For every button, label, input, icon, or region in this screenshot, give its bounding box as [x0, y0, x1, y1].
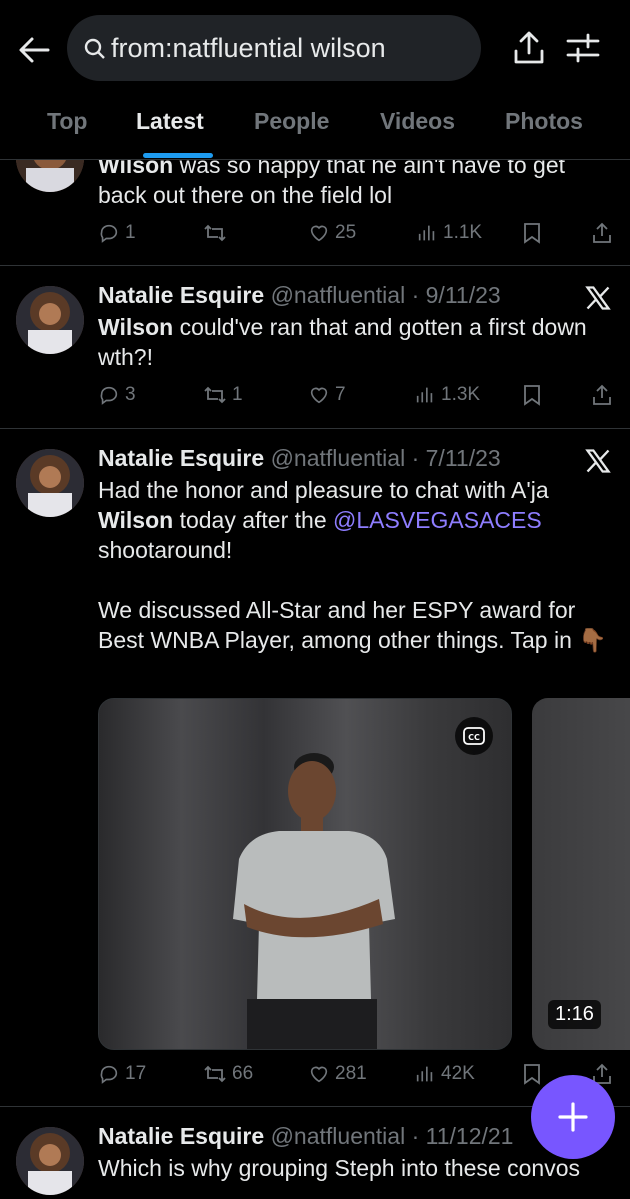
heart-icon	[310, 1066, 328, 1083]
like-button[interactable]: 25	[308, 222, 356, 244]
back-button[interactable]	[14, 30, 54, 70]
closed-captions-button[interactable]: CC	[455, 717, 493, 755]
tweet-text-paragraph: We discussed All-Star and her ESPY award…	[98, 597, 607, 653]
timestamp[interactable]: 9/11/23	[426, 282, 501, 308]
reply-icon	[100, 1065, 118, 1084]
reply-button[interactable]: 17	[98, 1063, 146, 1085]
share-search-button[interactable]	[509, 28, 549, 68]
handle[interactable]: @natfluential	[271, 282, 406, 308]
arrow-left-icon	[19, 37, 50, 63]
bookmark-button[interactable]	[522, 1063, 542, 1085]
search-header: from:natfluential wilson Top Latest Peop…	[0, 0, 630, 160]
search-input[interactable]: from:natfluential wilson	[67, 15, 481, 81]
search-tabs: Top Latest People Videos Photos	[0, 100, 630, 158]
tab-videos[interactable]: Videos	[380, 108, 455, 135]
repost-icon	[204, 386, 226, 404]
timestamp[interactable]: 11/12/21	[426, 1123, 514, 1149]
tweet-header: Natalie Esquire @natfluential · 9/11/23	[98, 282, 501, 308]
avatar[interactable]	[16, 286, 84, 354]
repost-icon	[204, 224, 226, 242]
tweet-actions: 17 66 281 42K	[98, 1063, 618, 1093]
bookmark-icon	[524, 223, 540, 244]
views-button[interactable]: 42K	[414, 1063, 475, 1085]
closed-captions-icon: CC	[463, 727, 485, 745]
plus-icon	[558, 1102, 588, 1132]
tab-photos[interactable]: Photos	[505, 108, 583, 135]
reply-button[interactable]: 3	[98, 384, 136, 406]
search-query: from:natfluential wilson	[111, 32, 386, 63]
handle[interactable]: @natfluential	[271, 445, 406, 471]
tweet-actions: 3 1 7 1.3K	[98, 384, 618, 414]
tab-people[interactable]: People	[254, 108, 329, 135]
display-name[interactable]: Natalie Esquire	[98, 1123, 264, 1149]
svg-text:CC: CC	[468, 733, 480, 742]
mention-link[interactable]: @LASVEGASACES	[333, 507, 542, 533]
bookmark-button[interactable]	[522, 222, 542, 244]
tweet-header: Natalie Esquire @natfluential · 7/11/23	[98, 445, 501, 471]
active-tab-indicator	[143, 153, 213, 158]
heart-icon	[310, 225, 328, 242]
tweet-actions: 1 25 1.1K	[98, 222, 618, 252]
video-duration: 1:16	[548, 1000, 601, 1029]
repost-button[interactable]: 1	[203, 384, 243, 406]
timestamp[interactable]: 7/11/23	[426, 445, 501, 471]
like-button[interactable]: 281	[308, 1063, 367, 1085]
share-icon	[514, 31, 544, 64]
repost-button[interactable]	[203, 222, 232, 244]
heart-icon	[310, 387, 328, 404]
reply-button[interactable]: 1	[98, 222, 136, 244]
views-button[interactable]: 1.3K	[414, 384, 480, 406]
repost-button[interactable]: 66	[203, 1063, 253, 1085]
share-post-button[interactable]	[592, 222, 612, 244]
sliders-icon	[566, 33, 600, 63]
tweet[interactable]: Natalie Esquire @natfluential · 9/11/23 …	[0, 266, 630, 429]
views-button[interactable]: 1.1K	[416, 222, 482, 244]
reply-icon	[100, 386, 118, 405]
share-icon	[593, 222, 611, 243]
tab-latest[interactable]: Latest	[136, 108, 204, 135]
share-post-button[interactable]	[592, 384, 612, 406]
video-thumbnail	[233, 753, 395, 1049]
repost-icon	[204, 1065, 226, 1083]
tab-top[interactable]: Top	[47, 108, 87, 135]
views-icon	[416, 1066, 433, 1082]
tweet-text: Which is why grouping Steph into these c…	[98, 1155, 580, 1181]
search-settings-button[interactable]	[563, 28, 603, 68]
reply-icon	[100, 224, 118, 243]
bookmark-button[interactable]	[522, 384, 542, 406]
tweet-header: Natalie Esquire @natfluential · 11/12/21	[98, 1123, 514, 1149]
avatar[interactable]	[16, 1127, 84, 1195]
compose-button[interactable]	[531, 1075, 615, 1159]
magnifier-icon	[84, 38, 105, 59]
video-thumbnail-next[interactable]	[532, 698, 630, 1050]
share-icon	[593, 384, 611, 405]
display-name[interactable]: Natalie Esquire	[98, 282, 264, 308]
avatar[interactable]	[16, 449, 84, 517]
views-icon	[418, 225, 435, 241]
tweet-text: Wilson could've ran that and gotten a fi…	[98, 314, 587, 370]
views-icon	[416, 387, 433, 403]
bookmark-icon	[524, 385, 540, 406]
bookmark-icon	[524, 1064, 540, 1085]
display-name[interactable]: Natalie Esquire	[98, 445, 264, 471]
tweet-text: Had the honor and pleasure to chat with …	[98, 477, 549, 563]
like-button[interactable]: 7	[308, 384, 346, 406]
handle[interactable]: @natfluential	[271, 1123, 406, 1149]
video-player[interactable]: CC	[98, 698, 512, 1050]
